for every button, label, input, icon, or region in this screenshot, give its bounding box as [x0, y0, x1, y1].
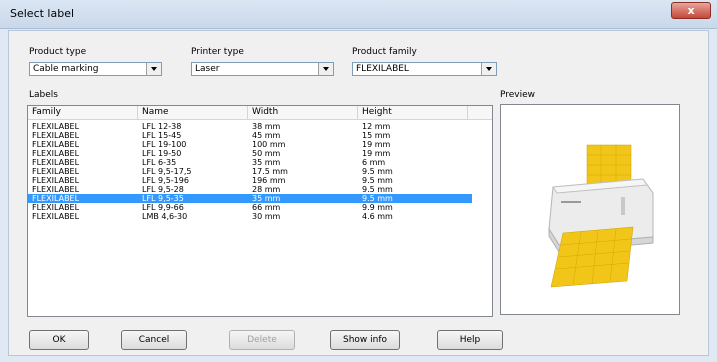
printer-type-select[interactable]: Laser [191, 62, 334, 76]
table-cell: 4.6 mm [362, 212, 393, 221]
table-row[interactable]: FLEXILABEL LFL 15-45 45 mm 15 mm [28, 131, 472, 140]
table-row[interactable]: FLEXILABEL LFL 9,5-196 196 mm 9.5 mm [28, 176, 472, 185]
table-row[interactable]: FLEXILABEL LFL 9,9-66 66 mm 9.9 mm [28, 203, 472, 212]
table-cell: FLEXILABEL [32, 149, 80, 158]
title-bar: Select label x [0, 0, 717, 29]
table-cell: LFL 9,9-66 [142, 203, 184, 212]
table-row[interactable]: FLEXILABEL LMB 4,6-30 30 mm 4.6 mm [28, 212, 472, 221]
labels-header: Family Name Width Height [28, 106, 492, 120]
column-header-height[interactable]: Height [358, 106, 468, 119]
table-cell: 30 mm [252, 212, 281, 221]
table-cell: LFL 19-50 [142, 149, 182, 158]
table-cell: FLEXILABEL [32, 122, 80, 131]
printer-with-labels-icon [548, 144, 654, 288]
preview-pane [500, 104, 680, 315]
preview-title: Preview [500, 90, 536, 100]
table-cell: 12 mm [362, 122, 391, 131]
table-cell: LMB 4,6-30 [142, 212, 188, 221]
product-type-label: Product type [29, 47, 87, 57]
table-cell: 66 mm [252, 203, 281, 212]
table-row[interactable]: FLEXILABEL LFL 9,5-17,5 17.5 mm 9.5 mm [28, 167, 472, 176]
table-cell: 6 mm [362, 158, 386, 167]
table-cell: 38 mm [252, 122, 281, 131]
product-family-select[interactable]: FLEXILABEL [352, 62, 497, 76]
window-title: Select label [10, 7, 75, 20]
table-cell: FLEXILABEL [32, 185, 80, 194]
table-cell: 35 mm [252, 158, 281, 167]
table-row[interactable]: FLEXILABEL LFL 9,5-28 28 mm 9.5 mm [28, 185, 472, 194]
table-cell: LFL 6-35 [142, 158, 177, 167]
table-cell: 35 mm [252, 194, 281, 203]
close-button[interactable]: x [671, 2, 711, 19]
table-cell: 100 mm [252, 140, 286, 149]
table-cell: FLEXILABEL [32, 203, 80, 212]
table-cell: 196 mm [252, 176, 286, 185]
table-cell: FLEXILABEL [32, 212, 80, 221]
printer-type-value: Laser [195, 64, 220, 74]
cancel-button[interactable]: Cancel [121, 330, 187, 350]
table-cell: LFL 19-100 [142, 140, 187, 149]
table-cell: FLEXILABEL [32, 131, 80, 140]
table-cell: FLEXILABEL [32, 140, 80, 149]
table-cell: 19 mm [362, 140, 391, 149]
product-family-label: Product family [352, 47, 417, 57]
table-cell: LFL 12-38 [142, 122, 182, 131]
column-header-name[interactable]: Name [138, 106, 248, 119]
table-cell: 50 mm [252, 149, 281, 158]
table-cell: LFL 9,5-35 [142, 194, 184, 203]
chevron-down-icon[interactable] [146, 63, 161, 75]
table-row[interactable]: FLEXILABEL LFL 19-100 100 mm 19 mm [28, 140, 472, 149]
table-cell: 28 mm [252, 185, 281, 194]
chevron-down-icon[interactable] [318, 63, 333, 75]
table-cell: LFL 9,5-17,5 [142, 167, 192, 176]
product-family-value: FLEXILABEL [356, 64, 409, 74]
column-header-width[interactable]: Width [248, 106, 358, 119]
show-info-button[interactable]: Show info [330, 330, 400, 350]
column-header-family[interactable]: Family [28, 106, 138, 119]
table-cell: FLEXILABEL [32, 158, 80, 167]
table-cell: 9.5 mm [362, 194, 393, 203]
table-cell: FLEXILABEL [32, 194, 80, 203]
table-row[interactable]: FLEXILABEL LFL 6-35 35 mm 6 mm [28, 158, 472, 167]
labels-title: Labels [29, 90, 58, 100]
delete-button[interactable]: Delete [229, 330, 295, 350]
ok-button[interactable]: OK [29, 330, 89, 350]
chevron-down-icon[interactable] [481, 63, 496, 75]
table-cell: 9.5 mm [362, 185, 393, 194]
table-cell: 45 mm [252, 131, 281, 140]
table-row[interactable]: FLEXILABEL LFL 19-50 50 mm 19 mm [28, 149, 472, 158]
table-cell: 9.5 mm [362, 176, 393, 185]
table-cell: LFL 9,5-28 [142, 185, 184, 194]
table-cell: 9.5 mm [362, 167, 393, 176]
table-cell: 17.5 mm [252, 167, 288, 176]
table-cell: 15 mm [362, 131, 391, 140]
labels-list[interactable]: Family Name Width Height FLEXILABEL LFL 1… [27, 105, 493, 317]
printer-type-label: Printer type [191, 47, 244, 57]
table-cell: FLEXILABEL [32, 176, 80, 185]
help-button[interactable]: Help [437, 330, 503, 350]
table-cell: 19 mm [362, 149, 391, 158]
table-cell: FLEXILABEL [32, 167, 80, 176]
table-cell: LFL 15-45 [142, 131, 182, 140]
product-type-select[interactable]: Cable marking [29, 62, 162, 76]
table-row[interactable]: FLEXILABEL LFL 12-38 38 mm 12 mm [28, 122, 472, 131]
table-cell: LFL 9,5-196 [142, 176, 189, 185]
table-row[interactable]: FLEXILABEL LFL 9,5-35 35 mm 9.5 mm [28, 194, 472, 203]
table-cell: 9.9 mm [362, 203, 393, 212]
product-type-value: Cable marking [33, 64, 99, 74]
